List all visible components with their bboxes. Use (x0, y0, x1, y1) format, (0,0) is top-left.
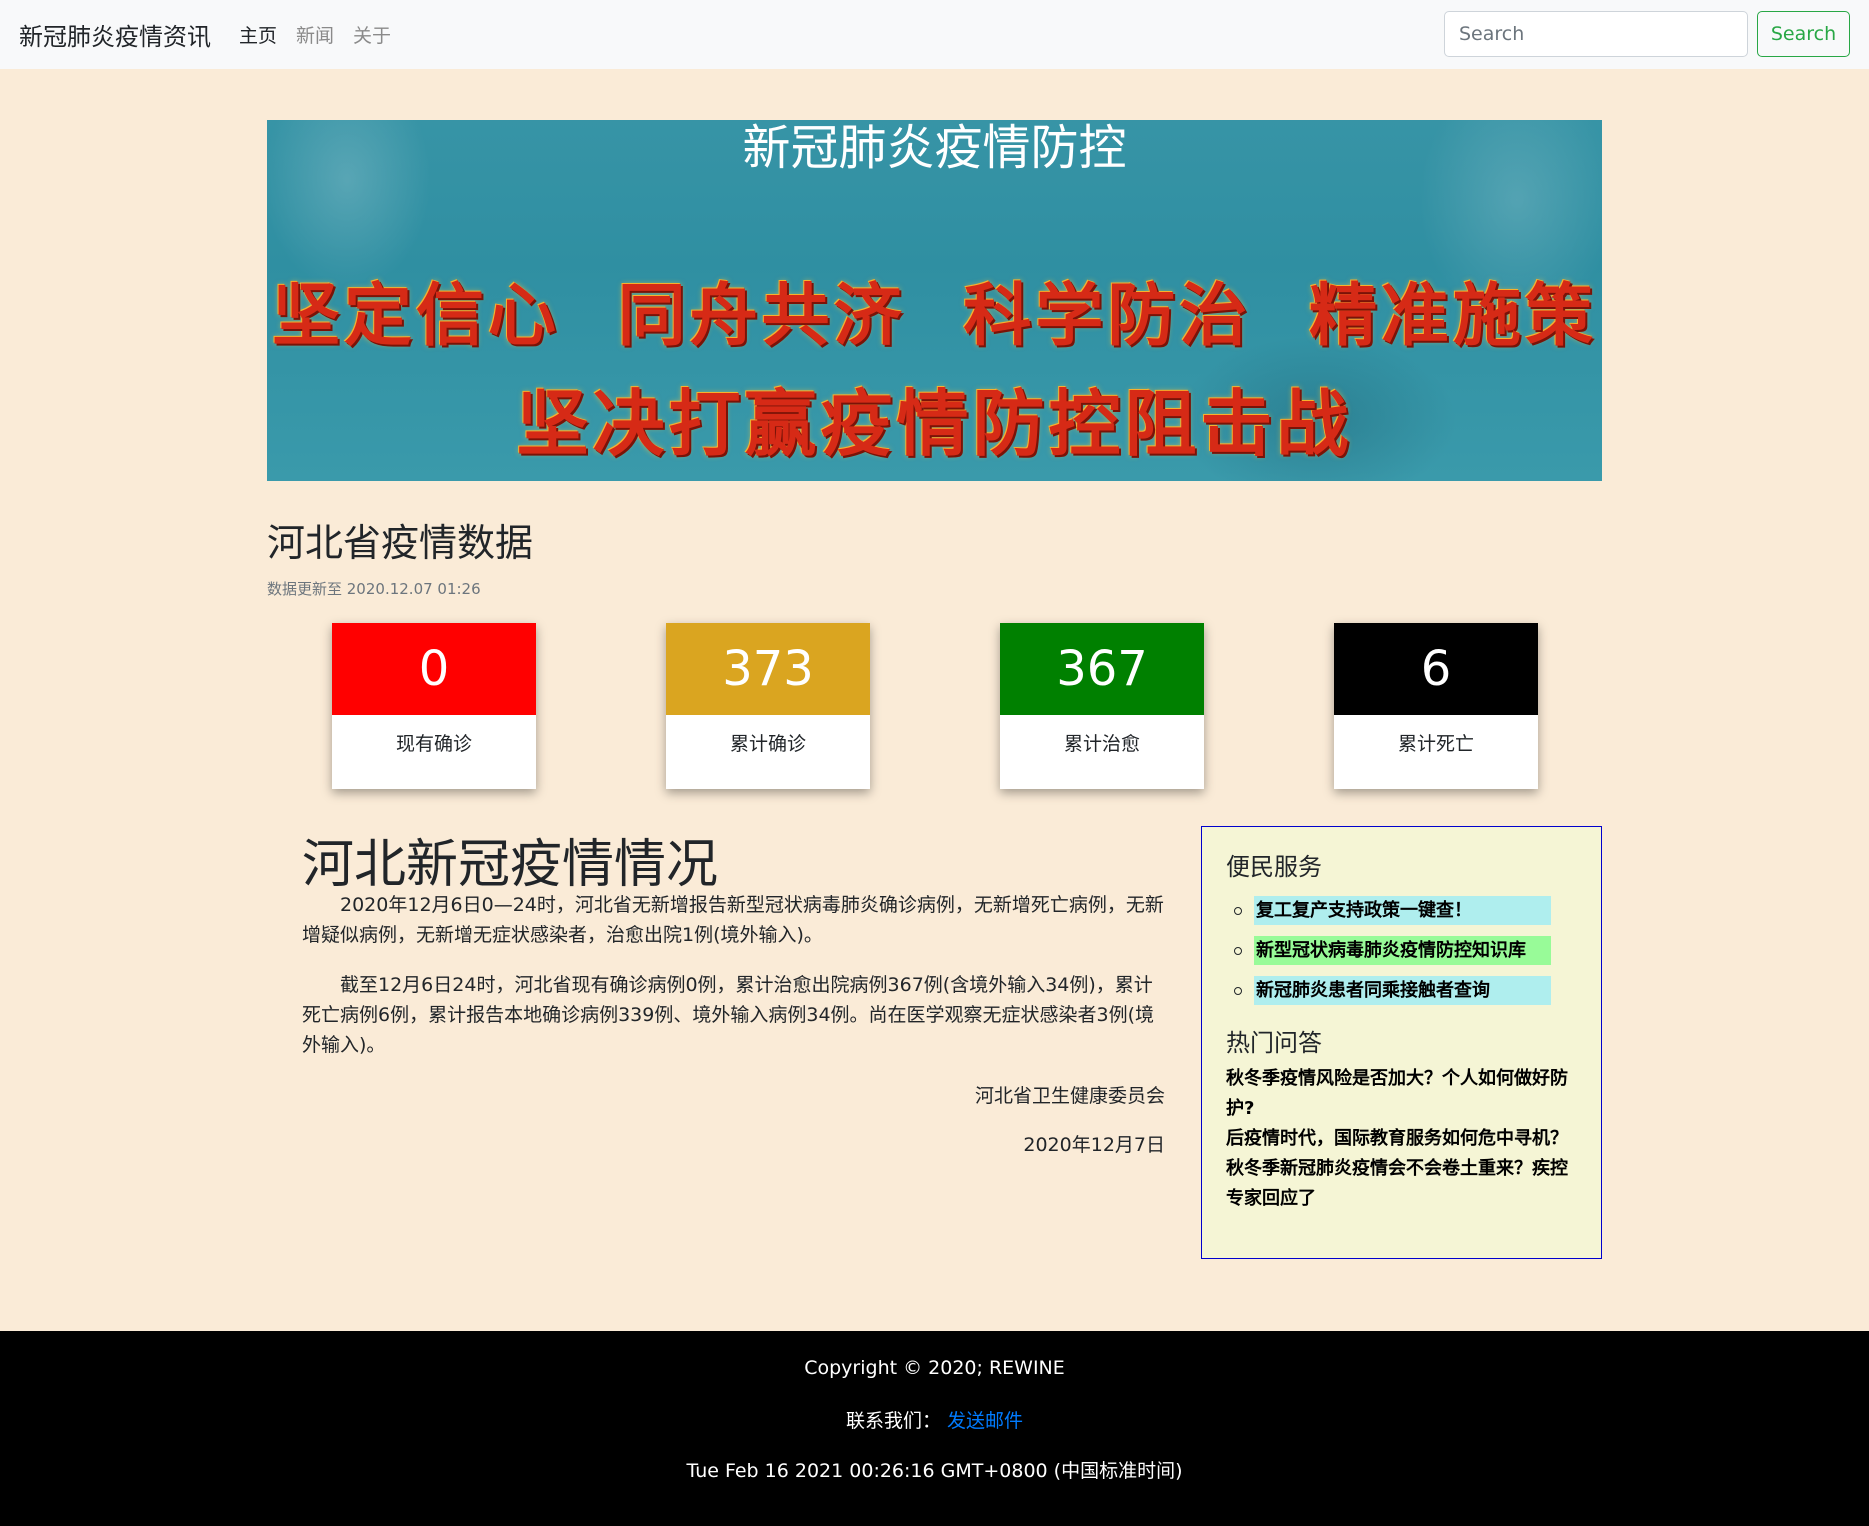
nav-news[interactable]: 新闻 (296, 21, 334, 48)
banner-slogan-line2: 坚决打赢疫情防控阻击战 (516, 381, 1353, 466)
navbar: 新冠肺炎疫情资讯 主页 新闻 关于 Search (0, 0, 1869, 69)
qa-link[interactable]: 秋冬季新冠肺炎疫情会不会卷土重来？疾控专家回应了 (1226, 1154, 1577, 1214)
services-title: 便民服务 (1226, 853, 1322, 881)
brand-link[interactable]: 新冠肺炎疫情资讯 (19, 17, 211, 52)
banner-slogan-line1: 坚定信心 同舟共济 科学防治 精准施策 (271, 276, 1598, 356)
qa-link[interactable]: 秋冬季疫情风险是否加大？个人如何做好防护? (1226, 1064, 1577, 1124)
qa-title: 热门问答 (1226, 1029, 1322, 1057)
article-paragraph-2: 截至12月6日24时，河北省现有确诊病例0例，累计治愈出院病例367例(含境外输… (302, 974, 1155, 1056)
services-list: 复工复产支持政策一键查！ 新型冠状病毒肺炎疫情防控知识库 新冠肺炎患者同乘接触者… (1234, 896, 1577, 1005)
contact-label: 联系我们： (845, 1410, 941, 1432)
contact-line: 联系我们： 发送邮件 (0, 1406, 1869, 1433)
list-item: 新型冠状病毒肺炎疫情防控知识库 (1234, 936, 1577, 965)
stat-label: 现有确诊 (395, 733, 472, 755)
banner-image: 新冠肺炎疫情防控 坚定信心 同舟共济 科学防治 精准施策 坚决打赢疫情防控阻击战 (267, 120, 1602, 481)
banner-title: 新冠肺炎疫情防控 (742, 120, 1127, 176)
sidebar: 便民服务 复工复产支持政策一键查！ 新型冠状病毒肺炎疫情防控知识库 新冠肺炎患者… (1201, 826, 1602, 1259)
article-date: 2020年12月7日 (1023, 1134, 1165, 1156)
stats-title: 河北省疫情数据 (267, 521, 534, 565)
qa-list: 秋冬季疫情风险是否加大？个人如何做好防护? 后疫情时代，国际教育服务如何危中寻机… (1226, 1064, 1577, 1214)
service-link-policy[interactable]: 复工复产支持政策一键查！ (1254, 896, 1551, 925)
stat-value: 367 (1000, 623, 1204, 715)
copyright: Copyright © 2020; REWINE (804, 1357, 1065, 1379)
search-input[interactable] (1444, 11, 1748, 57)
article-title: 河北新冠疫情情况 (302, 835, 719, 895)
current-datetime: Tue Feb 16 2021 00:26:16 GMT+0800 (中国标准时… (686, 1460, 1183, 1482)
service-link-knowledge-base[interactable]: 新型冠状病毒肺炎疫情防控知识库 (1254, 936, 1551, 965)
service-link-contact-query[interactable]: 新冠肺炎患者同乘接触者查询 (1254, 976, 1551, 1005)
stat-card-total-deaths: 6 累计死亡 (1334, 623, 1538, 789)
footer: Copyright © 2020; REWINE 联系我们： 发送邮件 Tue … (0, 1331, 1869, 1526)
nav-about[interactable]: 关于 (353, 21, 391, 48)
stat-label: 累计死亡 (1397, 733, 1474, 755)
stat-label: 累计确诊 (729, 733, 806, 755)
stat-value: 6 (1334, 623, 1538, 715)
search-form: Search (1444, 11, 1850, 57)
send-email-link[interactable]: 发送邮件 (947, 1410, 1023, 1432)
list-item: 新冠肺炎患者同乘接触者查询 (1234, 976, 1577, 1005)
stat-label: 累计治愈 (1063, 733, 1140, 755)
stat-value: 0 (332, 623, 536, 715)
list-item: 复工复产支持政策一键查！ (1234, 896, 1577, 925)
stat-card-total-confirmed: 373 累计确诊 (666, 623, 870, 789)
stat-value: 373 (666, 623, 870, 715)
qa-link[interactable]: 后疫情时代，国际教育服务如何危中寻机？ (1226, 1124, 1577, 1154)
nav-home[interactable]: 主页 (239, 21, 277, 48)
article-paragraph-1: 2020年12月6日0—24时，河北省无新增报告新型冠状病毒肺炎确诊病例，无新增… (302, 894, 1164, 946)
search-button[interactable]: Search (1757, 11, 1850, 57)
update-time: 数据更新至 2020.12.07 01:26 (267, 580, 481, 598)
article-signature: 河北省卫生健康委员会 (974, 1085, 1165, 1107)
stat-card-current-confirmed: 0 现有确诊 (332, 623, 536, 789)
stat-card-total-cured: 367 累计治愈 (1000, 623, 1204, 789)
